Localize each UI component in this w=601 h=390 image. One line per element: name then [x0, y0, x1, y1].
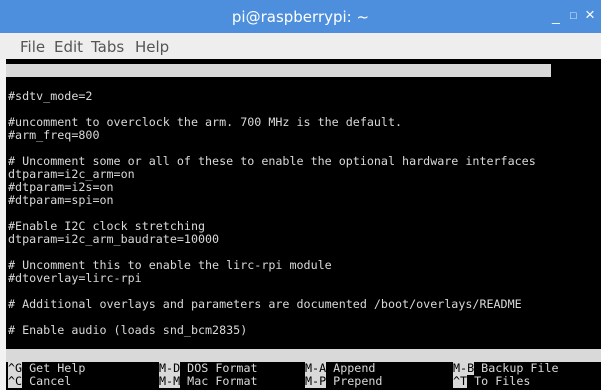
maximize-icon[interactable]: □ — [570, 10, 577, 22]
menu-bar: File Edit Tabs Help — [0, 33, 601, 59]
editor-line: #arm_freq=800 — [8, 128, 100, 142]
shortcut-label: To Files — [474, 374, 531, 388]
menu-edit[interactable]: Edit — [54, 38, 83, 56]
close-icon[interactable]: × — [585, 5, 595, 25]
nano-header-bar: GNU nano 2.7.4 File: /boot/config.txt — [6, 64, 551, 103]
shortcut-label: Mac Format — [187, 374, 258, 388]
editor-line: # Additional overlays and parameters are… — [8, 297, 522, 311]
editor-line: #dtparam=spi=on — [8, 193, 114, 207]
terminal-area[interactable]: GNU nano 2.7.4 File: /boot/config.txt #s… — [6, 59, 601, 390]
title-bar[interactable]: pi@raspberrypi: ~ _ □ × — [0, 0, 601, 33]
shortcut-label: Backup File — [481, 361, 559, 375]
editor-line: # Enable audio (loads snd_bcm2835) — [8, 323, 248, 337]
editor-line: #dtoverlay=lirc-rpi — [8, 271, 142, 285]
shortcut-cancel[interactable]: ^C Cancel — [8, 374, 72, 388]
shortcut-key: M-B — [453, 361, 475, 375]
menu-file[interactable]: File — [20, 38, 45, 56]
editor-line: #sdtv_mode=2 — [8, 89, 93, 103]
shortcut-key: M-M — [159, 374, 181, 388]
shortcut-key: M-A — [305, 361, 327, 375]
nano-file-label: File: /boot/config.txt — [244, 89, 399, 103]
shortcut-to-files[interactable]: ^T To Files — [453, 374, 531, 388]
window-title: pi@raspberrypi: ~ — [231, 8, 370, 26]
shortcut-key: M-P — [305, 374, 327, 388]
editor-line: dtparam=i2c_arm_baudrate=10000 — [8, 232, 220, 246]
shortcut-key: M-D — [159, 361, 181, 375]
shortcut-key: ^C — [8, 374, 23, 388]
minimize-icon[interactable]: _ — [552, 8, 560, 24]
shortcut-label: Get Help — [29, 361, 86, 375]
shortcut-mac-format[interactable]: M-M Mac Format — [159, 374, 258, 388]
shortcut-label: DOS Format — [187, 361, 258, 375]
shortcut-label: Cancel — [29, 374, 72, 388]
menu-tabs[interactable]: Tabs — [91, 38, 124, 56]
shortcut-key: ^T — [453, 374, 468, 388]
shortcut-label: Prepend — [333, 374, 383, 388]
menu-help[interactable]: Help — [135, 38, 169, 56]
shortcut-label: Append — [333, 361, 376, 375]
terminal-window: pi@raspberrypi: ~ _ □ × File Edit Tabs H… — [0, 0, 601, 390]
shortcut-key: ^G — [8, 361, 23, 375]
text-cursor — [283, 375, 290, 388]
shortcut-prepend[interactable]: M-P Prepend — [305, 374, 383, 388]
